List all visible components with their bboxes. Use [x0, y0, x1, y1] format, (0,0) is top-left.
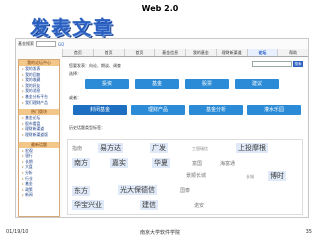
tag-link[interactable]: 长城	[246, 174, 254, 180]
slide-title: 发表文章	[30, 17, 115, 39]
forum-sidebar: 我的论坛中心 我的发表我的回复我的收藏我的好友我的消息基金分析平台我们理财产品 …	[18, 59, 60, 217]
forum-search-button[interactable]: 搜索	[293, 61, 303, 67]
tag-link[interactable]: 指南	[72, 145, 82, 152]
tags-label: 历史话题类型标签：	[69, 125, 105, 130]
fund-search-input[interactable]	[36, 41, 56, 47]
tag-link[interactable]: 上投摩根	[236, 143, 268, 153]
subcategory-button[interactable]: 理财产品	[131, 105, 185, 115]
tag-link[interactable]: 东方	[72, 186, 90, 196]
nav-tab[interactable]: 首页	[123, 49, 155, 56]
forum-search: 搜索	[252, 61, 303, 67]
nav-tab[interactable]: 帮助	[277, 49, 308, 56]
tag-link[interactable]: 嘉实	[110, 158, 128, 168]
sidebar-link[interactable]: 新闻	[19, 192, 59, 198]
tag-link[interactable]: 博时	[268, 171, 286, 181]
tag-link[interactable]: 海富通	[220, 160, 235, 167]
footer-page-number: 35	[305, 229, 312, 235]
tag-link[interactable]: 工银瑞信	[192, 146, 208, 152]
post-panel: 搜索 您要发表：向论、期谈、调查 选择： 投资 基金 股票 建议 或者： 封闭基金 理财…	[63, 59, 307, 217]
or-label: 或者：	[69, 95, 81, 100]
tag-link[interactable]: 华夏	[152, 158, 170, 168]
select-section-label: 选择：	[69, 71, 81, 76]
tag-link[interactable]: 广发	[150, 143, 168, 153]
tag-link[interactable]: 华宝兴业	[72, 200, 104, 210]
fund-search-label: 基金搜索	[18, 41, 34, 46]
tag-link[interactable]: 景顺长城	[186, 172, 206, 179]
fund-search-go-button[interactable]: GO	[58, 42, 64, 47]
category-button[interactable]: 基金	[135, 79, 179, 89]
nav-tab[interactable]: 理财新渠道	[215, 49, 247, 56]
category-button[interactable]: 建议	[235, 79, 279, 89]
tag-link[interactable]: 富国	[192, 160, 202, 167]
main-nav: 首页 首页 首页 基金信息 我的基金 理财新渠道 论坛 帮助	[62, 49, 308, 57]
tag-link[interactable]: 易方达	[98, 143, 123, 153]
tag-link[interactable]: 建信	[140, 200, 158, 210]
top-search-bar: 基金搜索 GO	[16, 39, 308, 49]
subcategory-button[interactable]: 基金分析	[189, 105, 243, 115]
tag-link[interactable]: 南方	[72, 158, 90, 168]
forum-screenshot: 基金搜索 GO 首页首页首页基金信息我的基金理财新渠道论坛帮助 我的论坛中心 我…	[15, 38, 309, 218]
tag-link[interactable]: 光大保德信	[118, 185, 157, 195]
tag-cloud: 指南 易方达 广发 工银瑞信 上投摩根南方 嘉实 华夏 富国 海富通景顺长城 长城 博时东方 光大保德…	[67, 139, 303, 215]
footer-school: 南京大学软件学院	[139, 230, 180, 236]
nav-tab[interactable]: 我的基金	[185, 49, 216, 56]
nav-tab[interactable]: 论坛	[246, 49, 278, 56]
nav-tab[interactable]: 首页	[62, 49, 93, 56]
post-prompt: 您要发表：向论、期谈、调查	[69, 63, 121, 68]
nav-tab[interactable]: 基金信息	[154, 49, 185, 56]
slide-header: Web 2.0	[141, 4, 179, 13]
subcategory-button[interactable]: 封闭基金	[73, 105, 127, 115]
category-button[interactable]: 投资	[85, 79, 129, 89]
tag-link[interactable]: 国泰	[180, 187, 190, 194]
tag-link[interactable]: 诺安	[194, 202, 204, 209]
subcategory-button[interactable]: 灌水乐园	[247, 105, 301, 115]
nav-tab[interactable]: 首页	[92, 49, 124, 56]
category-button[interactable]: 股票	[185, 79, 229, 89]
forum-search-input[interactable]	[252, 61, 292, 67]
